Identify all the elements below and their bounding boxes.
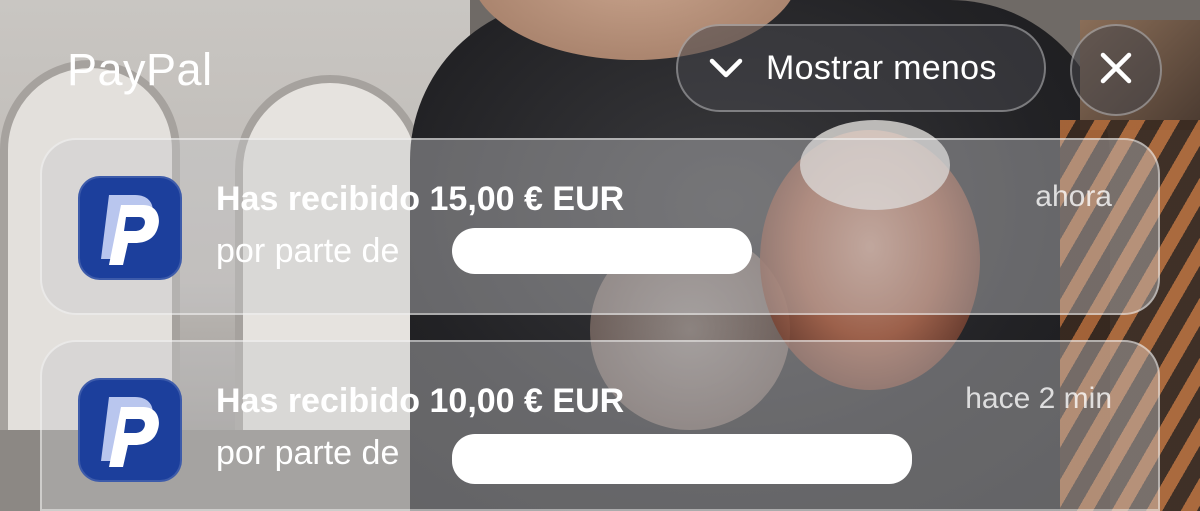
close-icon [1098,50,1134,91]
paypal-logo-icon [78,378,182,482]
notification-time: hace 2 min [965,382,1112,415]
notification-title: Has recibido 10,00 € EUR [216,382,625,420]
close-button[interactable] [1070,24,1162,116]
redacted-sender [452,434,912,484]
show-less-button[interactable]: Mostrar menos [676,24,1046,112]
paypal-logo-icon [78,176,182,280]
notification-card[interactable]: Has recibido 15,00 € EUR por parte de ah… [40,138,1160,315]
notification-group-title: PayPal [67,44,213,95]
chevron-down-icon [706,48,746,88]
notification-body: por parte de [216,232,400,270]
redacted-sender [452,228,752,274]
notification-title: Has recibido 15,00 € EUR [216,180,625,218]
notification-card[interactable]: Has recibido 10,00 € EUR por parte de ha… [40,340,1160,511]
notification-body: por parte de [216,434,400,472]
show-less-label: Mostrar menos [766,48,997,87]
notification-time: ahora [1035,180,1112,213]
